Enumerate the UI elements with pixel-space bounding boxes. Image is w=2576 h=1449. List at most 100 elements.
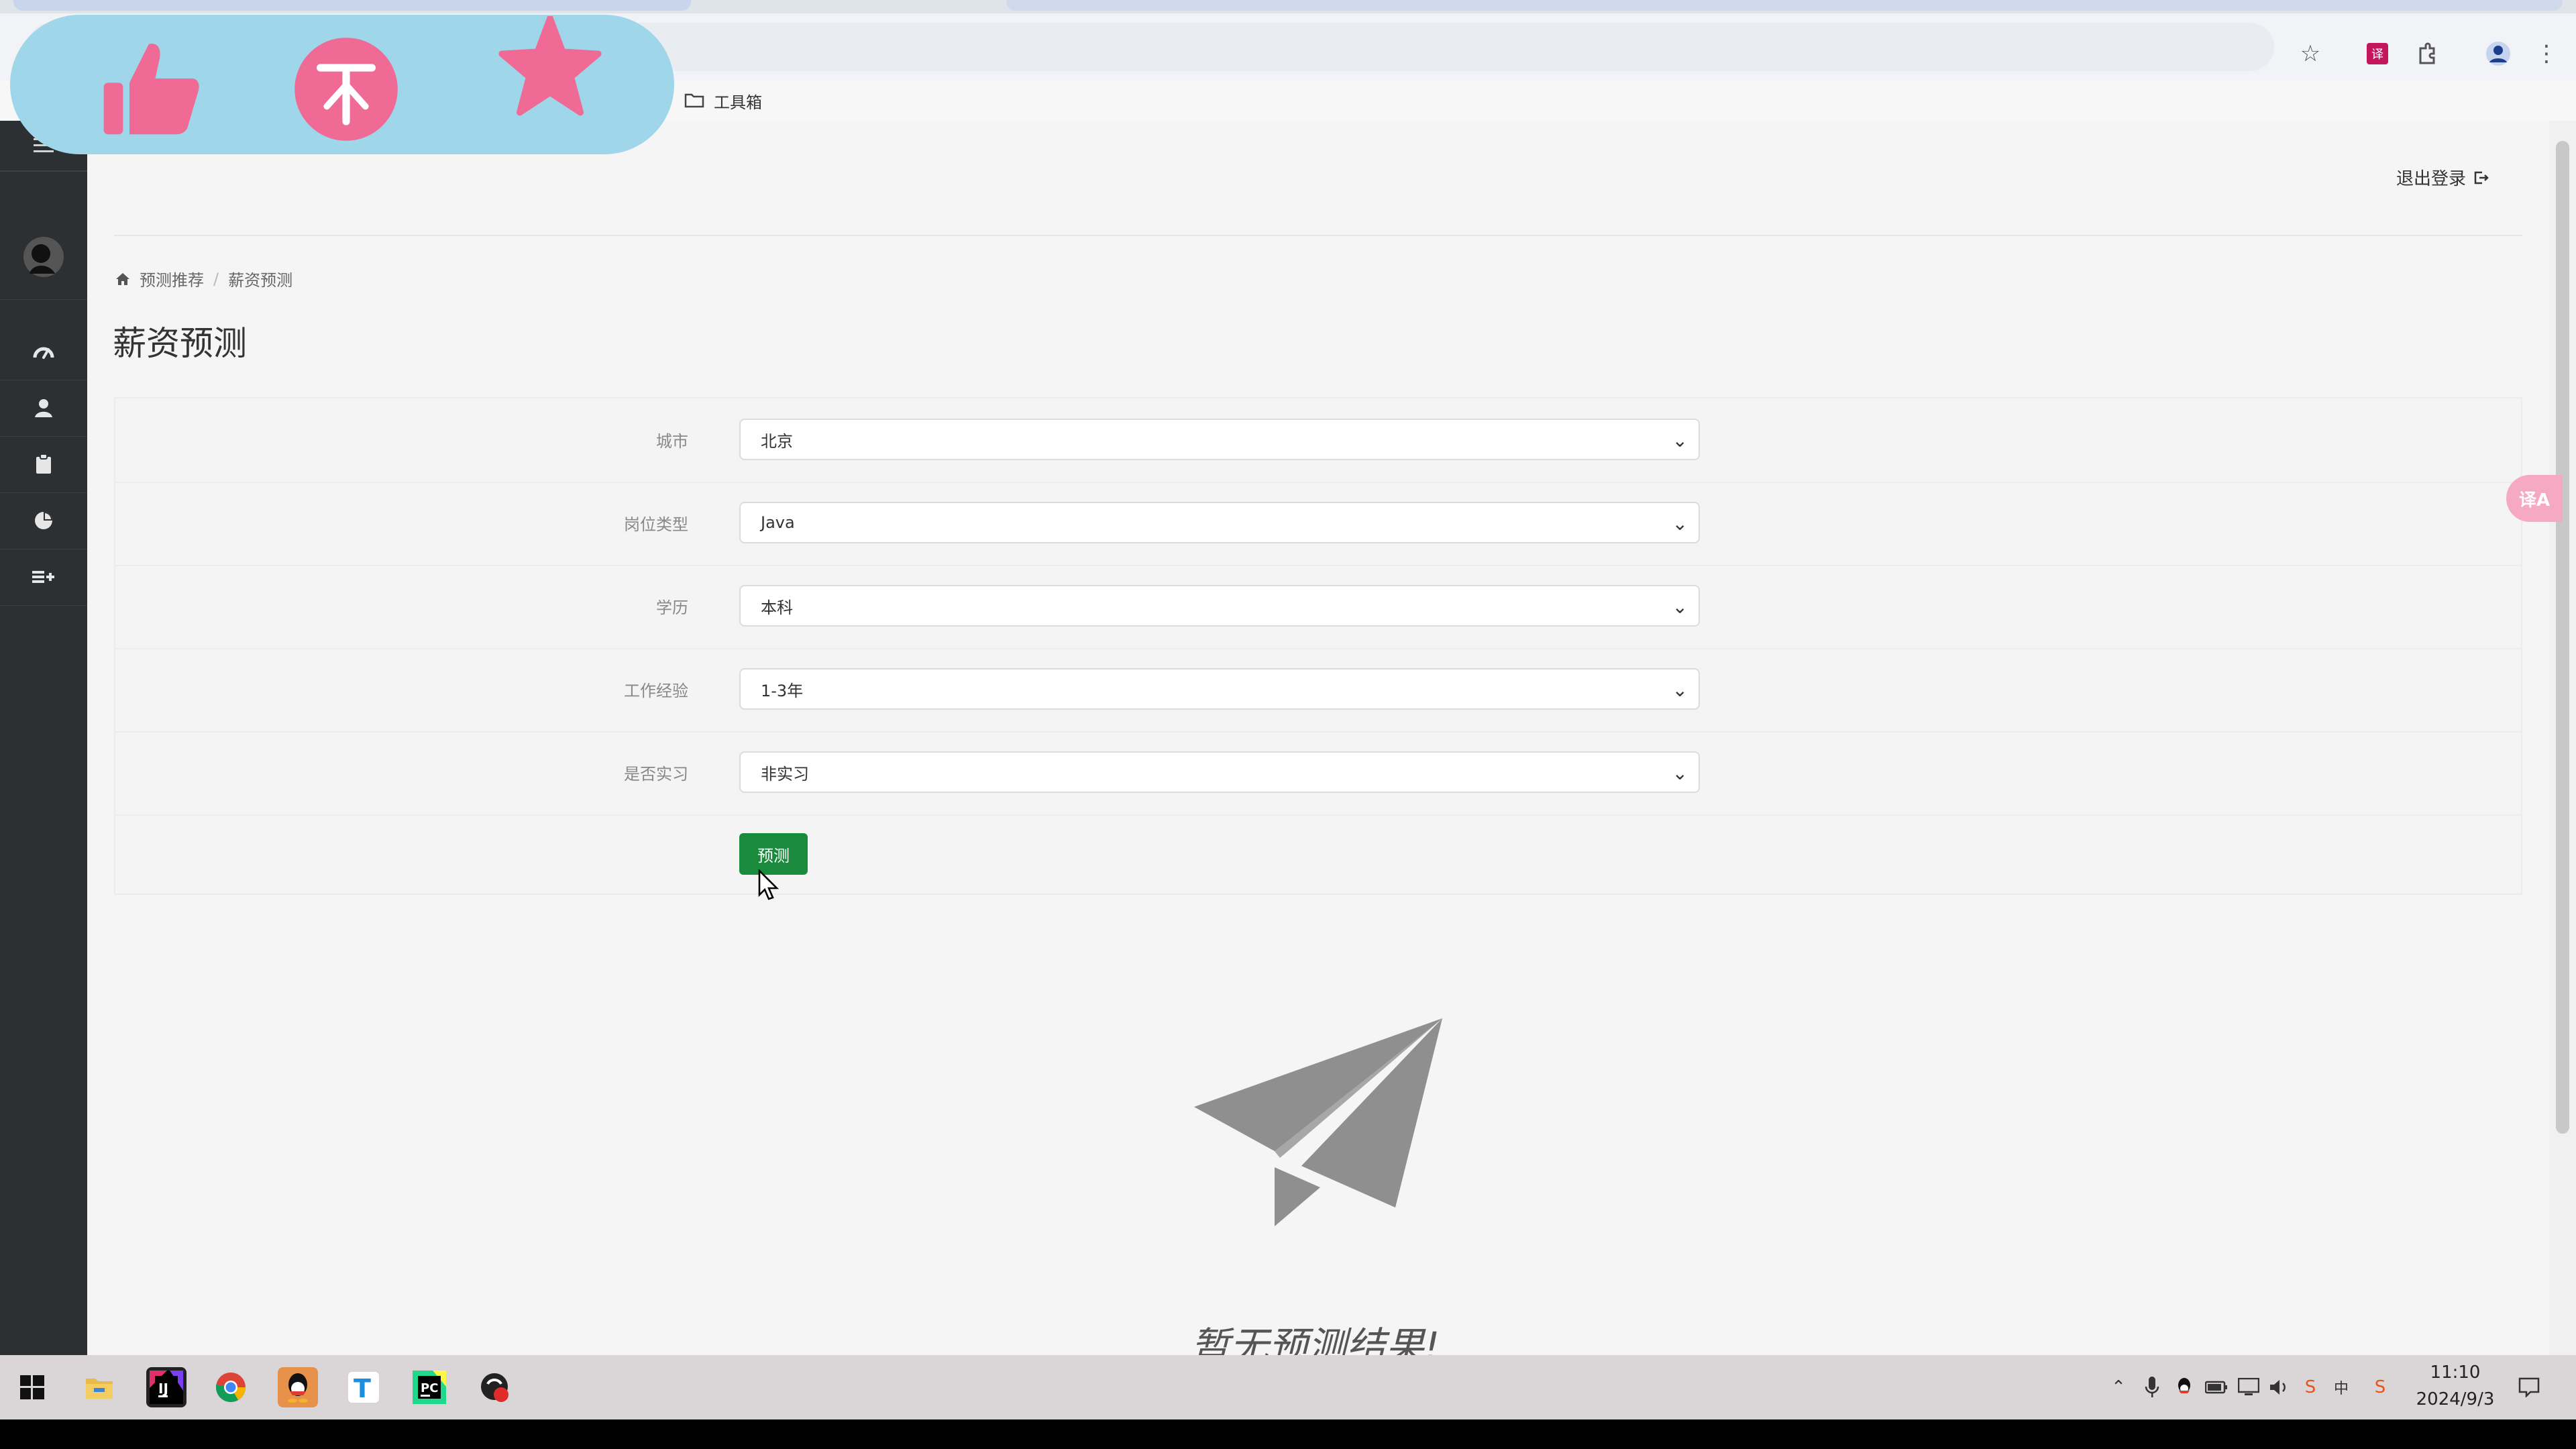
network-icon[interactable] — [2237, 1374, 2261, 1401]
svg-text:PC: PC — [421, 1381, 438, 1395]
scrollbar[interactable] — [2549, 121, 2576, 1355]
form-row-city: 城市 北京 ⌄ — [115, 398, 2521, 483]
job-type-select-value: Java — [761, 513, 795, 532]
internship-select[interactable]: 非实习 ⌄ — [739, 751, 1700, 793]
breadcrumb-item-recommend[interactable]: 预测推荐 — [140, 267, 204, 290]
pie-chart-icon — [35, 512, 52, 529]
chevron-down-icon: ⌄ — [1672, 429, 1688, 451]
logout-label: 退出登录 — [2396, 169, 2466, 189]
scrollbar-thumb[interactable] — [2556, 141, 2569, 1134]
chevron-down-icon: ⌄ — [1672, 762, 1688, 784]
chevron-down-icon: ⌄ — [1672, 513, 1688, 535]
tab[interactable] — [1006, 0, 2563, 11]
windows-start-button[interactable] — [12, 1367, 52, 1407]
paper-plane-icon — [1194, 1018, 1442, 1226]
form-row-internship: 是否实习 非实习 ⌄ — [115, 731, 2521, 816]
coin-button[interactable] — [289, 32, 403, 146]
taskbar-app-explorer[interactable] — [79, 1367, 119, 1407]
sogou-input-icon[interactable]: S — [2298, 1374, 2322, 1401]
city-select[interactable]: 北京 ⌄ — [739, 419, 1700, 460]
intellij-icon: IJ — [150, 1371, 183, 1404]
taskbar: IJ T PC ⌃ S 中 S 11:10 2024/9/3 — [0, 1355, 2576, 1419]
job-type-select[interactable]: Java ⌄ — [739, 502, 1700, 543]
avatar-icon — [23, 237, 64, 277]
add-list-icon — [32, 571, 54, 583]
form-label-job-type: 岗位类型 — [624, 515, 688, 534]
form-row-job-type: 岗位类型 Java ⌄ — [115, 482, 2521, 566]
internship-select-value: 非实习 — [761, 764, 809, 784]
thumbs-up-icon — [103, 44, 199, 135]
form-row-experience: 工作经验 1-3年 ⌄ — [115, 648, 2521, 733]
favorite-button[interactable] — [493, 16, 607, 117]
header-divider — [114, 235, 2522, 236]
logout-icon — [2474, 171, 2489, 184]
taskbar-app-chrome[interactable] — [211, 1367, 251, 1407]
clock-date: 2024/9/3 — [2416, 1389, 2495, 1409]
coin-icon — [294, 38, 398, 141]
bookmark-label: 工具箱 — [714, 93, 762, 112]
sidebar-item-dashboard[interactable] — [0, 323, 87, 380]
education-select-value: 本科 — [761, 598, 793, 617]
tab[interactable] — [13, 0, 691, 11]
bookmark-folder[interactable]: 工具箱 — [684, 87, 762, 114]
taskbar-app-pycharm[interactable]: PC — [409, 1367, 449, 1407]
clock[interactable]: 11:10 2024/9/3 — [2402, 1359, 2509, 1413]
bookmark-star-icon[interactable]: ☆ — [2297, 40, 2324, 67]
mouse-cursor-icon — [758, 869, 780, 900]
logout-link[interactable]: 退出登录 — [2396, 165, 2489, 190]
breadcrumb: 预测推荐 / 薪资预测 — [115, 267, 292, 290]
qq-icon — [288, 1373, 308, 1403]
extensions-puzzle-icon[interactable] — [2414, 40, 2440, 67]
breadcrumb-separator: / — [213, 269, 219, 288]
sidebar-item-add-list[interactable] — [0, 549, 87, 606]
taskbar-app-typora[interactable]: T — [343, 1367, 384, 1407]
svg-text:IJ: IJ — [158, 1381, 168, 1397]
dashboard-icon — [33, 347, 54, 359]
sidebar-item-clipboard[interactable] — [0, 436, 87, 493]
screen-bottom-edge — [0, 1419, 2576, 1449]
battery-icon[interactable] — [2204, 1374, 2229, 1401]
breadcrumb-item-current: 薪资预测 — [228, 271, 293, 290]
star-icon — [498, 16, 602, 116]
home-icon — [116, 272, 129, 285]
main-content: 退出登录 预测推荐 / 薪资预测 薪资预测 城市 北京 ⌄ 岗位类型 Java … — [87, 121, 2549, 1355]
extension-translate-icon[interactable]: 译 — [2364, 40, 2391, 67]
sidebar-item-user[interactable] — [0, 380, 87, 437]
windows-start-icon — [20, 1375, 44, 1399]
page-title: 薪资预测 — [113, 324, 247, 363]
microphone-icon[interactable] — [2140, 1374, 2164, 1401]
prediction-form: 城市 北京 ⌄ 岗位类型 Java ⌄ 学历 本科 ⌄ 工作经验 1-3年 ⌄ — [114, 397, 2522, 895]
volume-icon[interactable] — [2267, 1374, 2292, 1401]
predict-button[interactable]: 预测 — [739, 833, 808, 875]
taskbar-app-other[interactable] — [475, 1367, 515, 1407]
translate-badge[interactable]: 译A — [2506, 475, 2563, 522]
form-label-education: 学历 — [656, 598, 688, 617]
chevron-down-icon: ⌄ — [1672, 679, 1688, 701]
chevron-up-icon[interactable]: ⌃ — [2106, 1374, 2131, 1401]
sogou-tray-icon[interactable]: S — [2368, 1374, 2392, 1401]
svg-text:T: T — [354, 1374, 371, 1403]
thumbs-up-button[interactable] — [91, 32, 211, 146]
form-label-city: 城市 — [656, 432, 688, 451]
avatar[interactable] — [0, 215, 87, 300]
file-explorer-icon — [86, 1379, 113, 1399]
form-row-education: 学历 本科 ⌄ — [115, 565, 2521, 649]
empty-result-text: 暂无预测结果! — [1191, 1324, 1440, 1355]
experience-select[interactable]: 1-3年 ⌄ — [739, 668, 1700, 710]
like-coin-fav-toolbar — [10, 15, 674, 154]
svg-text:译: 译 — [2371, 48, 2383, 62]
form-label-internship: 是否实习 — [624, 765, 688, 784]
user-icon — [35, 399, 52, 417]
taskbar-app-intellij[interactable]: IJ — [146, 1367, 186, 1407]
experience-select-value: 1-3年 — [761, 681, 804, 700]
profile-icon[interactable] — [2485, 40, 2512, 67]
qq-tray-icon[interactable] — [2172, 1374, 2196, 1401]
kebab-menu-icon[interactable]: ⋮ — [2533, 40, 2560, 67]
ime-icon[interactable]: 中 — [2329, 1374, 2353, 1401]
form-label-experience: 工作经验 — [624, 682, 688, 700]
notification-icon[interactable] — [2517, 1374, 2541, 1401]
tab-strip — [0, 0, 2576, 13]
sidebar-item-chart[interactable] — [0, 492, 87, 549]
education-select[interactable]: 本科 ⌄ — [739, 585, 1700, 627]
taskbar-app-qq[interactable] — [278, 1367, 318, 1407]
